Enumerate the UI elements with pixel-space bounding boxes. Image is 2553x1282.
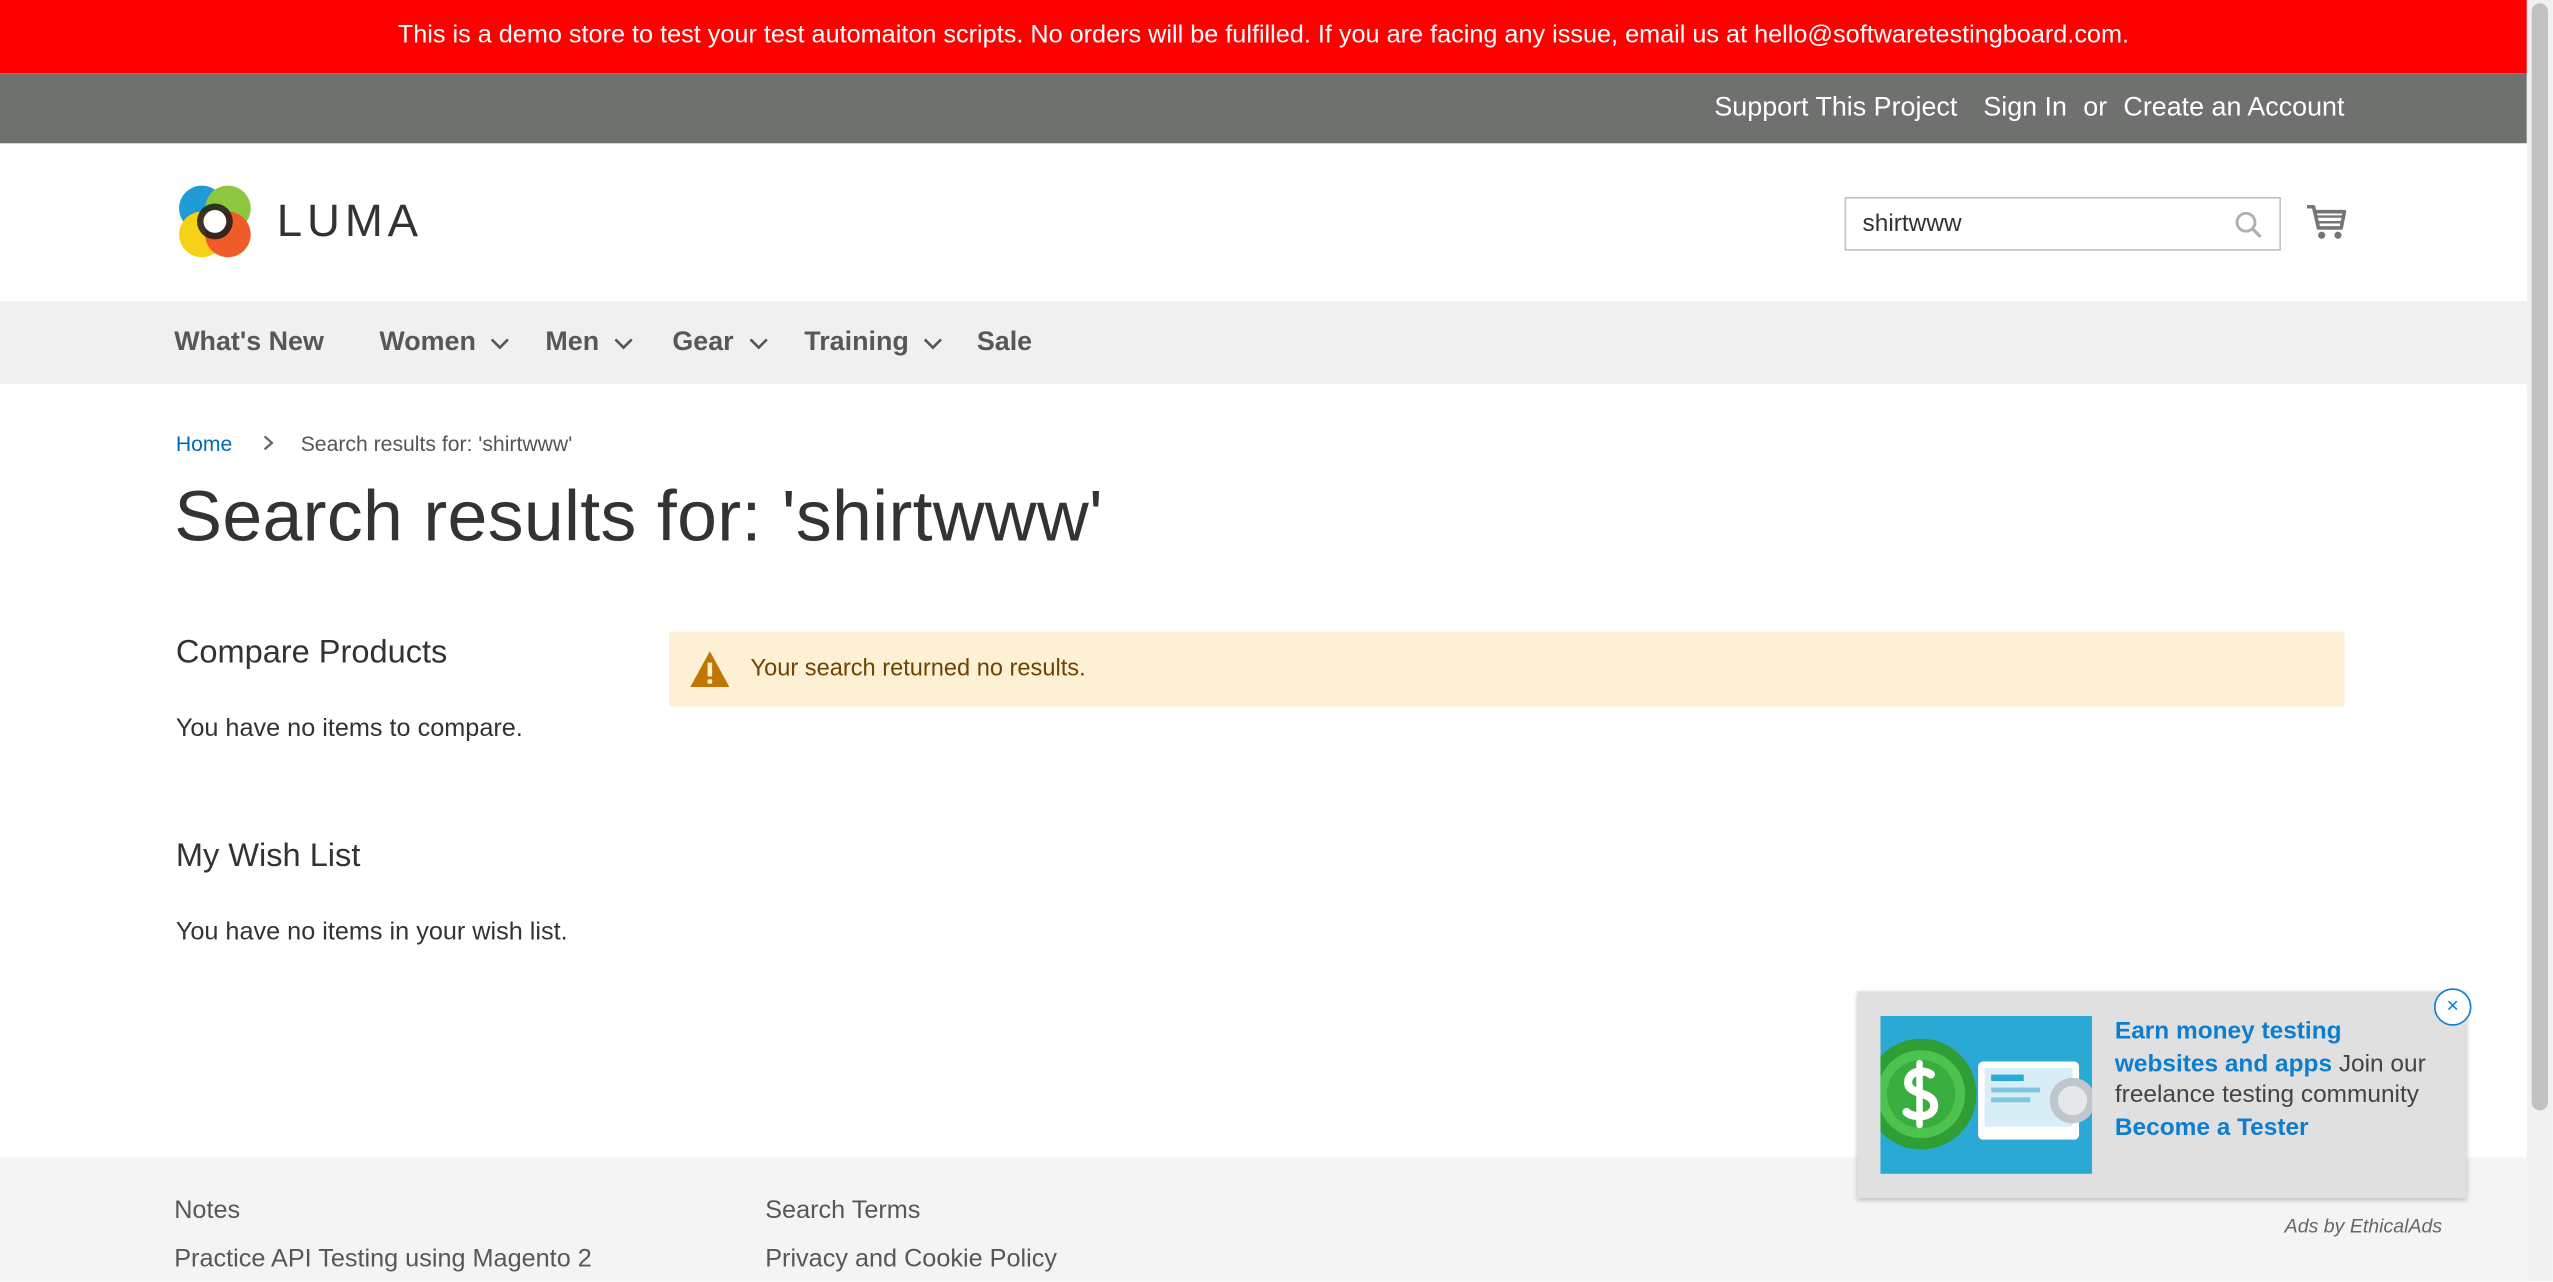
wishlist-empty-text: You have no items in your wish list.: [175, 918, 568, 946]
demo-store-banner: This is a demo store to test your test a…: [0, 0, 2527, 74]
search-input[interactable]: [1862, 198, 2221, 250]
chevron-down-icon: [924, 337, 943, 349]
main-navigation: What's New Women Men Gear Training Sale: [0, 301, 2527, 385]
warning-icon: [690, 651, 730, 688]
luma-logo[interactable]: LUMA: [176, 181, 436, 262]
luma-logo-icon: [179, 185, 251, 258]
or-text: or: [2083, 92, 2108, 123]
compare-empty-text: You have no items to compare.: [175, 714, 523, 743]
footer-search-terms-link[interactable]: Search Terms: [765, 1197, 920, 1226]
search-box: [1844, 197, 2281, 251]
page-scrollbar[interactable]: [2526, 0, 2553, 1282]
nav-men[interactable]: Men: [545, 301, 633, 384]
nav-sale[interactable]: Sale: [977, 301, 1032, 384]
no-results-message: Your search returned no results.: [750, 656, 1086, 683]
cart-icon[interactable]: [2304, 199, 2350, 245]
nav-gear-label: Gear: [672, 327, 734, 357]
wishlist-title: My Wish List: [175, 838, 361, 875]
scrollbar-thumb[interactable]: [2531, 3, 2548, 1111]
breadcrumb-home-link[interactable]: Home: [176, 431, 232, 455]
nav-whats-new-label: What's New: [174, 327, 324, 357]
no-results-notice: Your search returned no results.: [669, 631, 2345, 707]
header-links: Support This Project Sign In or Create a…: [1688, 73, 2344, 143]
header-panel: Support This Project Sign In or Create a…: [0, 73, 2527, 144]
ethicalads-banner[interactable]: Earn money testing websites and apps Joi…: [1857, 991, 2467, 1199]
support-project-link[interactable]: Support This Project: [1714, 93, 1957, 124]
nav-sale-label: Sale: [976, 327, 1033, 357]
create-account-link[interactable]: Create an Account: [2123, 93, 2344, 124]
nav-gear[interactable]: Gear: [672, 301, 768, 384]
breadcrumb-current: Search results for: 'shirtwww': [300, 430, 573, 456]
search-icon[interactable]: [2234, 210, 2263, 239]
footer-api-testing-link[interactable]: Practice API Testing using Magento 2: [174, 1245, 592, 1274]
ad-close-button[interactable]: ×: [2434, 988, 2472, 1026]
footer-notes-link[interactable]: Notes: [174, 1197, 240, 1226]
logo-text: LUMA: [276, 195, 423, 246]
ad-image[interactable]: [1880, 1015, 2093, 1174]
ad-text[interactable]: Earn money testing websites and apps Joi…: [2115, 1016, 2449, 1143]
ad-cta[interactable]: Become a Tester: [2115, 1113, 2309, 1141]
ad-attribution[interactable]: Ads by EthicalAds: [2285, 1215, 2442, 1238]
page-title: Search results for: 'shirtwww': [174, 477, 1104, 557]
nav-men-label: Men: [545, 327, 600, 357]
compare-products-title: Compare Products: [175, 634, 448, 671]
chevron-right-icon: [263, 435, 274, 451]
page: This is a demo store to test your test a…: [0, 0, 2553, 1282]
nav-training-label: Training: [804, 327, 909, 357]
ad-headline[interactable]: Earn money testing websites and apps: [2115, 1018, 2342, 1077]
footer-privacy-link[interactable]: Privacy and Cookie Policy: [765, 1245, 1057, 1274]
chevron-down-icon: [614, 337, 633, 349]
nav-whats-new[interactable]: What's New: [174, 301, 324, 384]
nav-training[interactable]: Training: [804, 301, 943, 384]
breadcrumb: Home Search results for: 'shirtwww': [176, 427, 572, 460]
nav-women-label: Women: [379, 327, 476, 357]
chevron-down-icon: [748, 337, 768, 349]
chevron-down-icon: [491, 337, 510, 349]
nav-women[interactable]: Women: [379, 301, 510, 384]
sign-in-link[interactable]: Sign In: [1983, 93, 2067, 124]
